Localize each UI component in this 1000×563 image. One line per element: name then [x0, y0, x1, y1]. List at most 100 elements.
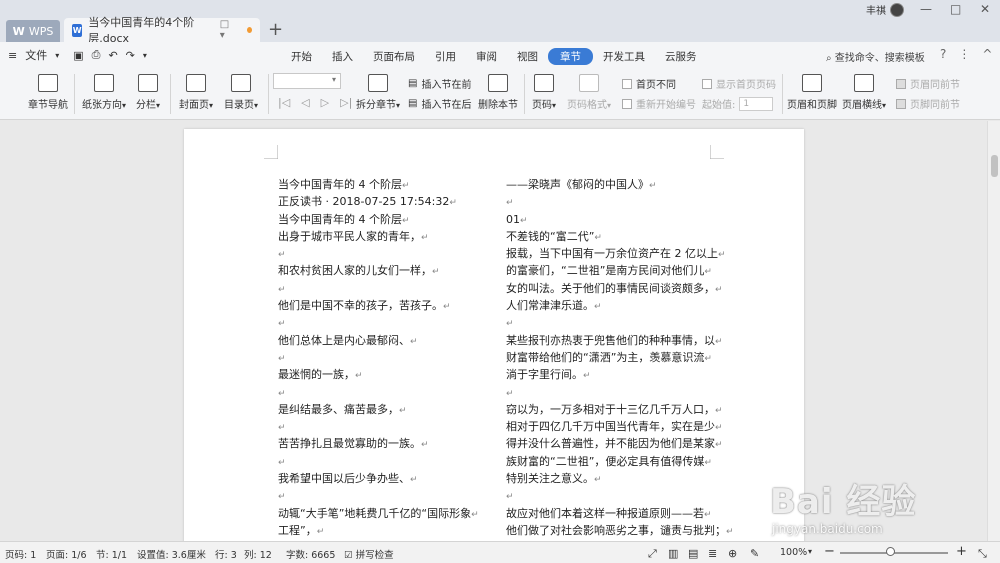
pages-indicator[interactable]: 页面: 1/6 — [46, 547, 87, 561]
column-indicator[interactable]: 列: 12 — [244, 547, 272, 561]
paragraph-line[interactable]: 他们总体上是内心最郁闷、↵ — [278, 333, 479, 350]
paragraph-line[interactable]: ↵ — [506, 315, 734, 332]
minimize-button[interactable]: — — [920, 2, 932, 16]
paragraph-line[interactable]: ↵ — [278, 488, 479, 505]
paragraph-line[interactable]: 报载，当下中国有一万余位资产在 2 亿以上↵ — [506, 246, 734, 263]
next-section-icon[interactable]: ▷ — [321, 96, 329, 109]
page-number-button[interactable]: 页码▾ — [532, 74, 556, 111]
zoom-in-button[interactable]: + — [956, 544, 967, 559]
paragraph-line[interactable]: 的富豪们，“二世祖”是南方民间对他们儿↵ — [506, 263, 734, 280]
paragraph-line[interactable]: 和农村贫困人家的儿女们一样，↵ — [278, 263, 479, 280]
paragraph-line[interactable]: ↵ — [278, 385, 479, 402]
paragraph-line[interactable]: ↵ — [278, 419, 479, 436]
zoom-out-button[interactable]: − — [824, 544, 835, 559]
zoom-dropdown-icon[interactable]: ▾ — [808, 547, 812, 556]
paragraph-line[interactable]: 正反读书 · 2018-07-25 17:54:32↵ — [278, 194, 479, 211]
paragraph-line[interactable]: 窃以为，一万多相对于十三亿几千万人口，↵ — [506, 402, 734, 419]
chapter-nav-button[interactable]: 章节导航 — [28, 74, 68, 111]
wps-home-tab[interactable]: W WPS — [6, 20, 60, 42]
cover-page-button[interactable]: 封面页▾ — [179, 74, 213, 111]
insert-section-after-button[interactable]: ▤ 插入节在后 — [408, 96, 471, 111]
toc-page-button[interactable]: 目录页▾ — [224, 74, 258, 111]
paragraph-line[interactable]: 淌于字里行间。↵ — [506, 367, 734, 384]
last-section-icon[interactable]: ▷| — [340, 96, 352, 109]
paragraph-line[interactable]: 他们做了对社会影响恶劣之事，谴责与批判；↵ — [506, 523, 734, 540]
read-mode-icon[interactable]: ▥ — [668, 547, 678, 560]
document-page[interactable]: 当今中国青年的 4 个阶层↵ 正反读书 · 2018-07-25 17:54:32… — [184, 129, 804, 541]
maximize-button[interactable]: □ — [950, 2, 961, 16]
tab-home[interactable]: 开始 — [281, 48, 322, 65]
monitor-icon[interactable]: □ ▾ — [220, 19, 235, 41]
tab-review[interactable]: 审阅 — [466, 48, 507, 65]
prev-section-icon[interactable]: ◁ — [301, 96, 309, 109]
paragraph-line[interactable]: ↵ — [506, 488, 734, 505]
paragraph-line[interactable]: 财富带给他们的“潇洒”为主，羡慕意识流↵ — [506, 350, 734, 367]
chevron-down-icon[interactable]: ▾ — [143, 51, 147, 60]
print-icon[interactable]: ⎙ — [92, 48, 101, 62]
paragraph-line[interactable]: ↵ — [278, 350, 479, 367]
tab-page-layout[interactable]: 页面布局 — [363, 48, 425, 65]
paragraph-line[interactable]: 不差钱的“富二代”↵ — [506, 229, 734, 246]
paragraph-line[interactable]: 某些报刊亦热衷于兜售他们的种种事情，以↵ — [506, 333, 734, 350]
columns-button[interactable]: 分栏▾ — [136, 74, 160, 111]
paragraph-line[interactable]: 他们是中国不幸的孩子，苦孩子。↵ — [278, 298, 479, 315]
paragraph-line[interactable]: 人们常津津乐道。↵ — [506, 298, 734, 315]
fit-page-icon[interactable]: ⤡ — [978, 547, 987, 561]
paragraph-line[interactable]: 特别关注之意义。↵ — [506, 471, 734, 488]
tab-cloud[interactable]: 云服务 — [655, 48, 707, 65]
page-indicator[interactable]: 页码: 1 — [5, 547, 36, 561]
scrollbar-thumb[interactable] — [991, 155, 998, 177]
close-button[interactable]: ✕ — [980, 2, 990, 16]
paragraph-line[interactable]: 苦苦挣扎且最觉寡助的一族。↵ — [278, 436, 479, 453]
orientation-button[interactable]: 纸张方向▾ — [82, 74, 126, 111]
save-icon[interactable]: ▣ — [73, 49, 83, 62]
hamburger-icon[interactable]: ≡ — [8, 49, 17, 62]
paragraph-line[interactable]: ↵ — [506, 194, 734, 211]
paragraph-line[interactable]: ↵ — [506, 385, 734, 402]
paragraph-line[interactable]: 工程”，↵ — [278, 523, 479, 540]
zoom-slider-knob[interactable] — [885, 547, 895, 556]
word-count[interactable]: 字数: 6665 — [286, 547, 335, 561]
fullscreen-icon[interactable]: ⤢ — [648, 547, 657, 561]
tab-chapter[interactable]: 章节 — [548, 48, 593, 65]
paragraph-line[interactable]: 当今中国青年的 4 个阶层↵ — [278, 212, 479, 229]
row-indicator[interactable]: 行: 3 — [215, 547, 237, 561]
header-footer-button[interactable]: 页眉和页脚 — [787, 74, 837, 111]
web-view-icon[interactable]: ⊕ — [728, 547, 737, 560]
paragraph-line[interactable]: 相对于四亿几千万中国当代青年，实在是少↵ — [506, 419, 734, 436]
collapse-ribbon-icon[interactable]: ^ — [982, 47, 992, 61]
paragraph-line[interactable]: ——梁晓声《郁闷的中国人》↵ — [506, 177, 734, 194]
delete-section-button[interactable]: 删除本节 — [478, 74, 518, 111]
tab-view[interactable]: 视图 — [507, 48, 548, 65]
protect-view-icon[interactable]: ✎ — [750, 547, 759, 560]
header-line-button[interactable]: 页眉横线▾ — [842, 74, 886, 111]
tab-developer[interactable]: 开发工具 — [593, 48, 655, 65]
paragraph-line[interactable]: ↵ — [278, 454, 479, 471]
first-section-icon[interactable]: |◁ — [278, 96, 290, 109]
paragraph-line[interactable]: 当今中国青年的 4 个阶层↵ — [278, 177, 479, 194]
help-icon[interactable]: ? — [940, 47, 946, 61]
tab-insert[interactable]: 插入 — [322, 48, 363, 65]
zoom-percent[interactable]: 100% — [780, 547, 807, 558]
paragraph-line[interactable]: 最迷惘的一族，↵ — [278, 367, 479, 384]
paragraph-line[interactable]: 我希望中国以后少争办些、↵ — [278, 471, 479, 488]
page-view-icon[interactable]: ▤ — [688, 547, 698, 560]
redo-icon[interactable]: ↷ — [126, 49, 135, 62]
chevron-down-icon[interactable]: ▾ — [55, 51, 59, 60]
paragraph-line[interactable]: 出身于城市平民人家的青年，↵ — [278, 229, 479, 246]
left-text-column[interactable]: 当今中国青年的 4 个阶层↵ 正反读书 · 2018-07-25 17:54:32… — [278, 177, 479, 541]
paragraph-line[interactable]: 故应对他们本着这样一种报道原则——若↵ — [506, 506, 734, 523]
spell-check-button[interactable]: ☑ 拼写检查 — [344, 547, 394, 561]
first-page-different-checkbox[interactable]: 首页不同 — [622, 76, 676, 91]
split-chapter-button[interactable]: 拆分章节▾ — [356, 74, 400, 111]
right-text-column[interactable]: ——梁晓声《郁闷的中国人》↵ ↵ 01↵ 不差钱的“富二代”↵ 报载，当下中国有一万余位… — [506, 177, 734, 541]
document-tab[interactable]: W 当今中国青年的4个阶层.docx □ ▾ — [64, 16, 260, 45]
paragraph-line[interactable]: 女的叫法。关于他们的事情民间谈资颇多，↵ — [506, 281, 734, 298]
paragraph-line[interactable]: 得并没什么普遍性，并不能因为他们是某家↵ — [506, 436, 734, 453]
paragraph-line[interactable]: ↵ — [278, 315, 479, 332]
tab-references[interactable]: 引用 — [425, 48, 466, 65]
section-select[interactable]: ▾ — [273, 73, 341, 89]
file-menu[interactable]: 文件 — [25, 47, 47, 63]
outline-view-icon[interactable]: ≣ — [708, 547, 717, 560]
paragraph-line[interactable]: 族财富的“二世祖”，便必定具有值得传媒↵ — [506, 454, 734, 471]
